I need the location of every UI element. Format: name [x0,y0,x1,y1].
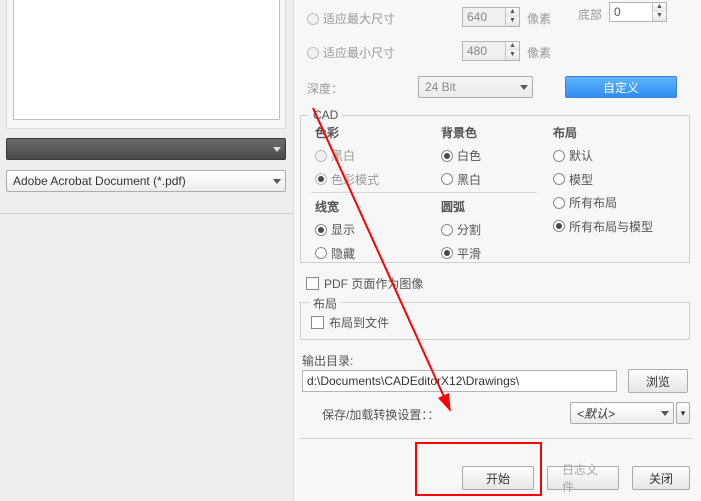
layout-to-file-checkbox[interactable]: 布局到文件 [311,314,389,331]
bottom-label: 底部 [578,6,602,23]
depth-value: 24 Bit [425,80,456,94]
bg-label: 背景色 [441,124,541,141]
arc-split-radio[interactable]: 分割 [441,221,481,238]
bottom-spin[interactable]: ▲▼ [652,3,666,21]
pdf-as-image-checkbox[interactable]: PDF 页面作为图像 [306,275,423,292]
cad-legend: CAD [309,108,342,122]
layout-to-file-group: 布局 布局到文件 [300,302,690,340]
save-load-extra-button[interactable]: ▾ [676,402,690,424]
layout-all-radio[interactable]: 所有布局 [553,194,617,211]
fit-max-label: 适应最大尺寸 [323,10,395,27]
file-format-dropdown[interactable]: Adobe Acrobat Document (*.pdf) [6,170,286,192]
max-size-spin[interactable]: ▲▼ [505,8,519,26]
log-button[interactable]: 日志文件 [547,466,619,490]
save-load-dropdown[interactable]: <默认> [570,402,674,424]
start-button[interactable]: 开始 [462,466,534,490]
color-label: 色彩 [315,124,425,141]
browse-button[interactable]: 浏览 [628,369,688,393]
outdir-input[interactable] [302,370,617,392]
color-bw-radio[interactable]: 黑白 [315,147,355,164]
unit-label-1: 像素 [527,10,551,27]
left-selector[interactable] [6,138,286,160]
unit-label-2: 像素 [527,44,551,61]
chevron-down-icon [520,85,528,90]
arc-smooth-radio[interactable]: 平滑 [441,245,481,262]
save-load-value: <默认> [577,405,615,422]
fit-max-radio[interactable]: 适应最大尺寸 [307,10,395,27]
custom-button[interactable]: 自定义 [565,76,677,98]
min-size-spin[interactable]: ▲▼ [505,42,519,60]
lw-hide-radio[interactable]: 隐藏 [315,245,355,262]
fit-min-radio[interactable]: 适应最小尺寸 [307,44,395,61]
bg-black-radio[interactable]: 黑白 [441,171,481,188]
layout2-legend: 布局 [309,295,341,312]
depth-dropdown[interactable]: 24 Bit [418,76,533,98]
file-format-label: Adobe Acrobat Document (*.pdf) [13,174,186,188]
save-load-label: 保存/加载转换设置：： [322,406,439,423]
close-button[interactable]: 关闭 [632,466,690,490]
layout-model-radio[interactable]: 模型 [553,171,593,188]
lw-show-radio[interactable]: 显示 [315,221,355,238]
fit-min-label: 适应最小尺寸 [323,44,395,61]
chevron-down-icon [661,411,669,416]
outdir-label: 输出目录: [302,352,353,369]
arc-label: 圆弧 [441,198,541,215]
depth-label: 深度： [307,80,343,97]
chevron-down-icon [273,179,281,184]
layout-allmodel-radio[interactable]: 所有布局与模型 [553,218,653,235]
layout-label: 布局 [553,124,683,141]
bg-white-radio[interactable]: 白色 [441,147,481,164]
lw-label: 线宽 [315,198,425,215]
cad-group: CAD 色彩 黑白 色彩模式 背景色 白色 黑白 布局 默认 模型 所有布局 所… [300,115,690,263]
color-mode-radio[interactable]: 色彩模式 [315,171,379,188]
layout-default-radio[interactable]: 默认 [553,147,593,164]
